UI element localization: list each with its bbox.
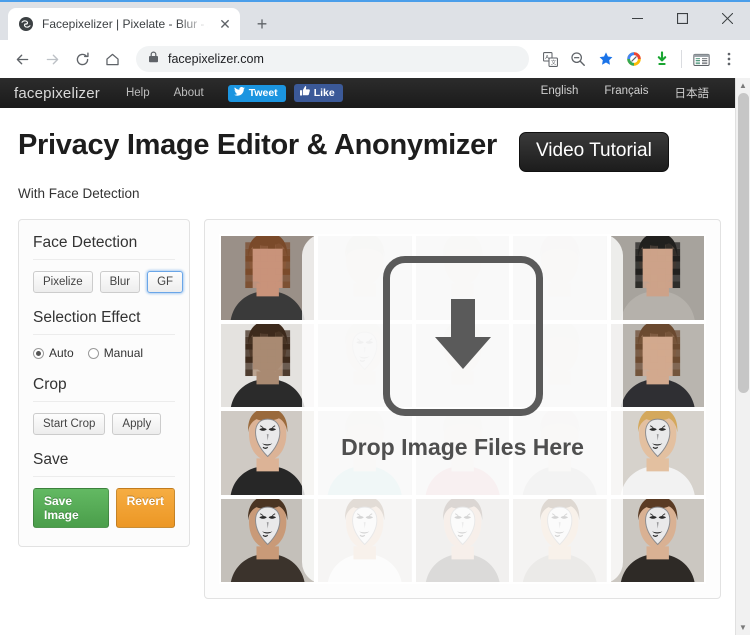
social-buttons: Tweet Like [228, 84, 343, 102]
sample-photo-19 [513, 499, 606, 583]
globe-swirl-favicon [18, 16, 34, 32]
lang-link-japanese[interactable]: 日本語 [675, 85, 710, 101]
tweet-button[interactable]: Tweet [228, 85, 286, 102]
reload-icon[interactable] [68, 45, 96, 73]
lang-link-english[interactable]: English [541, 85, 579, 101]
radio-manual[interactable]: Manual [88, 346, 143, 360]
selection-effect-radios: Auto Manual [33, 346, 175, 360]
zoom-out-icon[interactable] [565, 46, 591, 72]
bookmark-star-icon[interactable] [593, 46, 619, 72]
save-heading: Save [33, 451, 175, 477]
pixelize-button[interactable]: Pixelize [33, 271, 93, 293]
sample-photo-18 [416, 499, 509, 583]
new-tab-button[interactable]: + [248, 10, 276, 38]
language-links: English Français 日本語 [541, 85, 721, 101]
tab-title: Facepixelizer | Pixelate - Blur - A [42, 17, 208, 31]
site-brand[interactable]: facepixelizer [14, 85, 100, 102]
browser-window: Facepixelizer | Pixelate - Blur - A ✕ + [0, 0, 750, 635]
address-bar[interactable]: facepixelizer.com [136, 46, 529, 72]
apply-crop-button[interactable]: Apply [112, 413, 161, 435]
page-scrollbar[interactable]: ▲ ▼ [735, 78, 750, 635]
site-navbar: facepixelizer Help About Tweet Like [0, 78, 735, 108]
close-icon[interactable]: ✕ [216, 15, 234, 33]
lang-link-francais[interactable]: Français [604, 85, 648, 101]
crop-buttons: Start Crop Apply [33, 413, 175, 435]
radio-manual-label: Manual [104, 346, 143, 360]
nav-link-help[interactable]: Help [126, 87, 150, 99]
back-icon[interactable] [8, 45, 36, 73]
page-subtitle: With Face Detection [0, 172, 735, 201]
page-viewport: facepixelizer Help About Tweet Like [0, 78, 750, 635]
download-arrow-icon[interactable] [649, 46, 675, 72]
crop-heading: Crop [33, 376, 175, 402]
drop-zone[interactable]: Drop Image Files Here [219, 234, 706, 584]
thumbs-up-icon [300, 86, 310, 99]
revert-button[interactable]: Revert [116, 488, 175, 528]
svg-text:文: 文 [550, 58, 556, 66]
web-page: facepixelizer Help About Tweet Like [0, 78, 735, 635]
radio-manual-dot [88, 348, 99, 359]
toolbar-divider [681, 50, 682, 68]
forward-icon[interactable] [38, 45, 66, 73]
lock-icon [148, 50, 159, 68]
editor-panel: Drop Image Files Here [204, 219, 721, 599]
like-button-label: Like [314, 87, 335, 99]
scrollbar-thumb[interactable] [738, 93, 749, 393]
face-detection-heading: Face Detection [33, 234, 175, 260]
address-bar-url: facepixelizer.com [168, 52, 264, 66]
browser-toolbar: facepixelizer.com A文 [0, 40, 750, 78]
like-button[interactable]: Like [294, 84, 343, 102]
extension-circle-icon[interactable] [621, 46, 647, 72]
sample-photo-17 [318, 499, 411, 583]
browser-tab[interactable]: Facepixelizer | Pixelate - Blur - A ✕ [8, 8, 240, 40]
tools-sidebar: Face Detection Pixelize Blur GF Selectio… [18, 219, 190, 547]
sample-photo-10 [611, 324, 704, 408]
radio-auto-label: Auto [49, 346, 74, 360]
blur-button[interactable]: Blur [100, 271, 140, 293]
tweet-button-label: Tweet [249, 87, 278, 99]
sample-photo-20 [611, 499, 704, 583]
translate-icon[interactable]: A文 [537, 46, 563, 72]
window-controls [615, 2, 750, 34]
down-arrow-icon [420, 291, 506, 382]
menu-kebab-icon[interactable] [716, 46, 742, 72]
browser-titlebar: Facepixelizer | Pixelate - Blur - A ✕ + [0, 0, 750, 40]
video-tutorial-button[interactable]: Video Tutorial [519, 132, 669, 172]
nav-link-about[interactable]: About [174, 87, 204, 99]
page-header: Privacy Image Editor & Anonymizer Video … [0, 108, 735, 172]
minimize-icon[interactable] [615, 2, 660, 34]
scroll-down-arrow-icon[interactable]: ▼ [739, 620, 747, 635]
save-image-button[interactable]: Save Image [33, 488, 109, 528]
sample-photo-5 [611, 236, 704, 320]
drop-zone-text: Drop Image Files Here [219, 434, 706, 461]
window-close-icon[interactable] [705, 2, 750, 34]
twitter-bird-icon [234, 87, 245, 99]
drop-target-box-icon [383, 256, 543, 416]
scroll-up-arrow-icon[interactable]: ▲ [739, 78, 747, 93]
sample-photo-6 [221, 324, 314, 408]
start-crop-button[interactable]: Start Crop [33, 413, 105, 435]
gf-button[interactable]: GF [147, 271, 183, 293]
home-icon[interactable] [98, 45, 126, 73]
maximize-icon[interactable] [660, 2, 705, 34]
radio-auto-dot [33, 348, 44, 359]
sample-photo-16 [221, 499, 314, 583]
face-detection-buttons: Pixelize Blur GF [33, 271, 175, 293]
selection-effect-heading: Selection Effect [33, 309, 175, 335]
main-content: Face Detection Pixelize Blur GF Selectio… [0, 201, 735, 599]
save-buttons: Save Image Revert [33, 488, 175, 528]
reader-news-icon[interactable] [688, 46, 714, 72]
radio-auto[interactable]: Auto [33, 346, 74, 360]
page-title: Privacy Image Editor & Anonymizer [18, 130, 497, 162]
sample-photo-1 [221, 236, 314, 320]
